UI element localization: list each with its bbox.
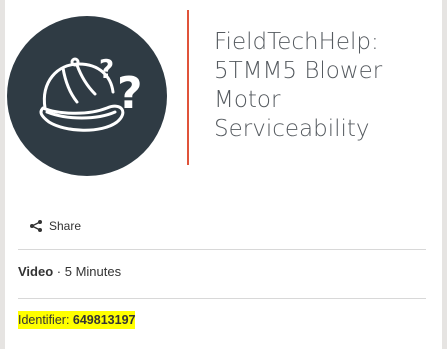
title-line: FieldTechHelp: [214,29,379,55]
svg-text:?: ? [117,68,143,119]
share-label: Share [49,219,82,233]
content-type: Video [18,264,54,279]
identifier-row: Identifier: 649813197 [18,311,136,329]
cap-question-icon: ? ? [39,55,143,132]
content-duration: 5 Minutes [64,264,122,279]
meta-separator: · [53,264,65,279]
content-card: ? ? FieldTechHelp: 5TMM5 Blower Motor Se… [5,0,442,349]
title-line: 5TMM5 Blower [214,58,383,84]
logo: ? ? [7,16,167,176]
accent-divider [187,10,189,165]
identifier-highlight: Identifier: 649813197 [18,311,136,329]
banner: ? ? FieldTechHelp: 5TMM5 Blower Motor Se… [5,0,442,195]
svg-text:?: ? [99,55,114,85]
share-icon [30,220,42,232]
divider [18,249,426,250]
title-line: Serviceability [214,116,370,142]
title-line: Motor [214,87,281,113]
content-meta: Video · 5 Minutes [18,264,121,279]
share-button[interactable]: Share [29,216,81,236]
divider [18,298,426,299]
identifier-label: Identifier: [18,313,70,327]
identifier-value: 649813197 [72,313,136,327]
page-title: FieldTechHelp: 5TMM5 Blower Motor Servic… [214,28,439,144]
